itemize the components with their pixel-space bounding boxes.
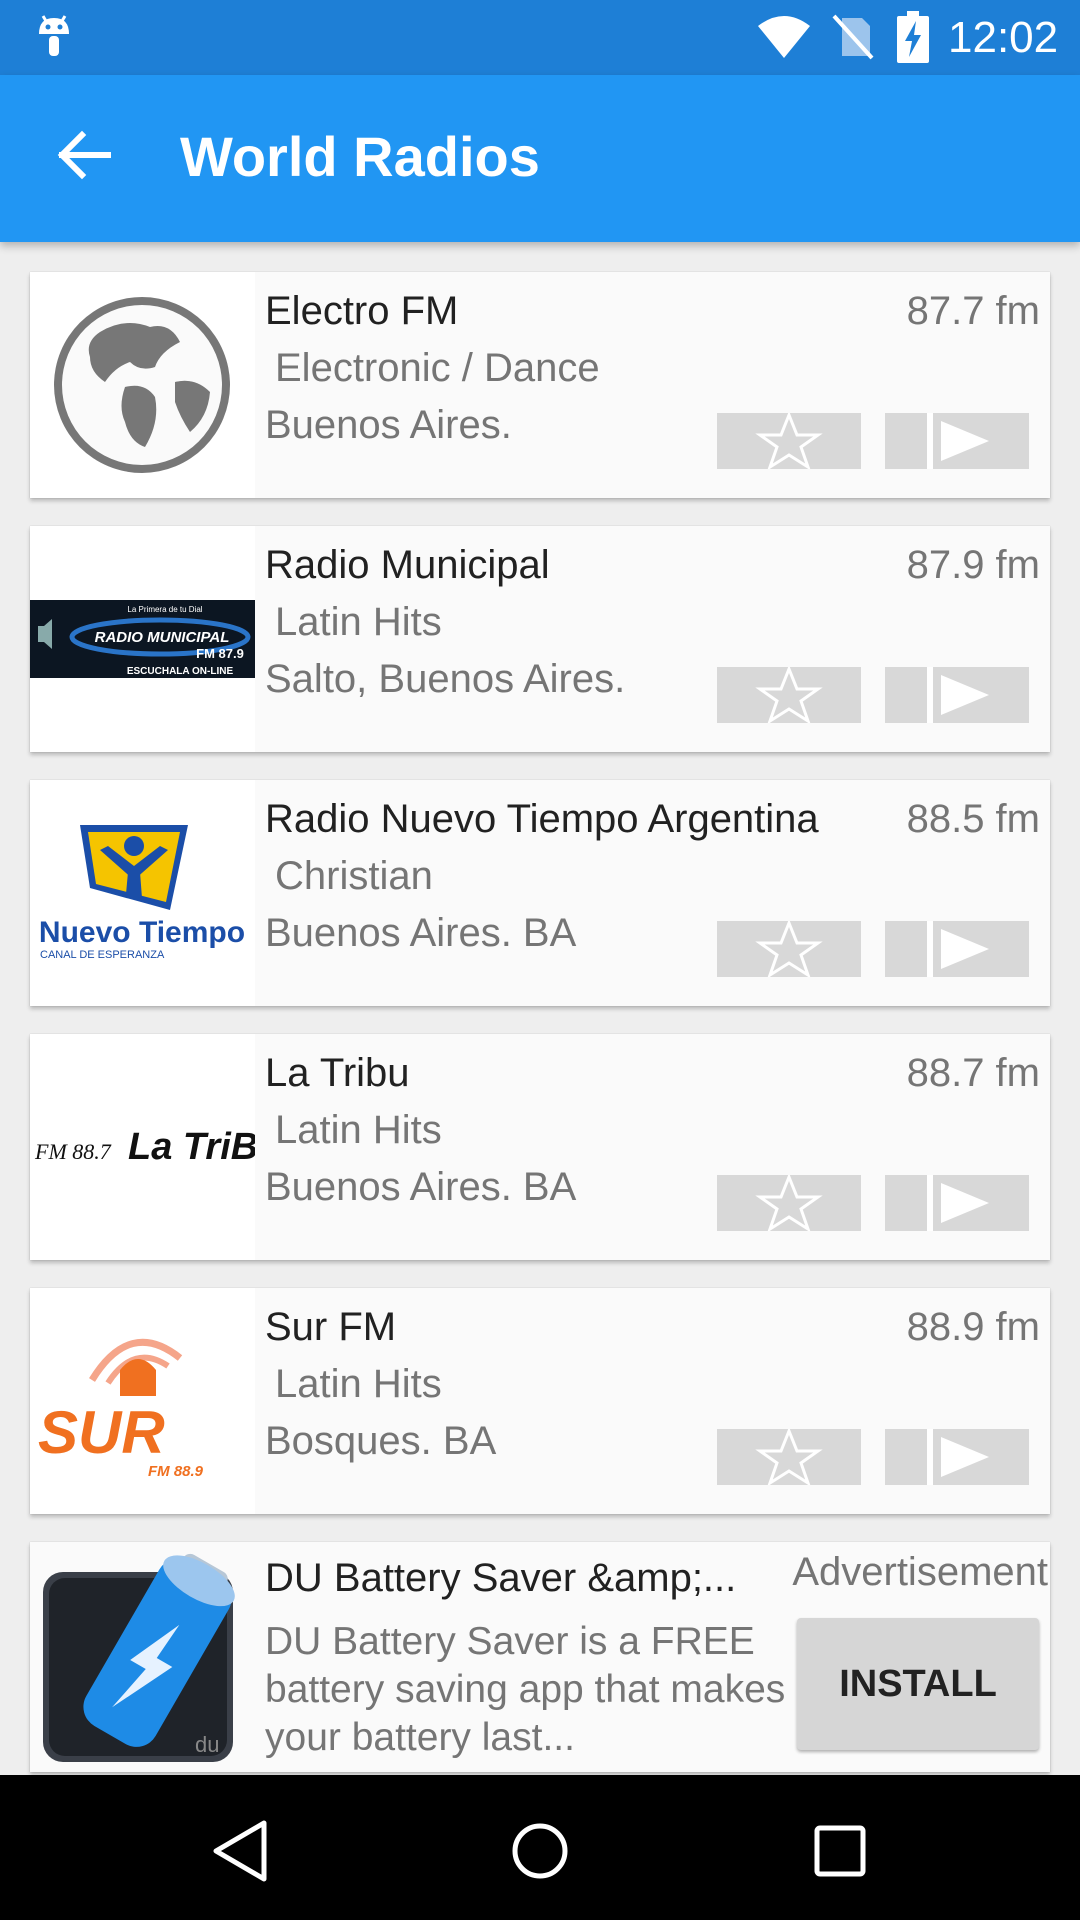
svg-text:RADIO MUNICIPAL: RADIO MUNICIPAL: [95, 629, 230, 646]
station-card[interactable]: Nuevo Tiempo CANAL DE ESPERANZA Radio Nu…: [30, 780, 1050, 1006]
station-frequency: 88.5 fm: [906, 797, 1040, 841]
station-frequency: 87.7 fm: [906, 289, 1040, 333]
radio-municipal-logo: La Primera de tu Dial RADIO MUNICIPAL FM…: [30, 600, 255, 678]
station-logo: FM 88.7 La TriBu: [30, 1034, 255, 1260]
la-tribu-logo: FM 88.7 La TriBu: [34, 1126, 255, 1168]
station-card[interactable]: SUR FM 88.9 Sur FM 88.9 fm Latin Hits Bo…: [30, 1288, 1050, 1514]
station-card[interactable]: Electro FM 87.7 fm Electronic / Dance Bu…: [30, 272, 1050, 498]
star-icon: [755, 1175, 823, 1231]
station-city: Bosques. BA: [265, 1419, 497, 1463]
svg-text:FM 88.7: FM 88.7: [34, 1139, 112, 1164]
ad-description: DU Battery Saver is a FREE battery savin…: [265, 1620, 786, 1759]
ad-title[interactable]: DU Battery Saver &amp;...: [265, 1554, 736, 1602]
system-nav-bar: [0, 1775, 1080, 1920]
station-frequency: 88.9 fm: [906, 1305, 1040, 1349]
favorite-button[interactable]: [717, 1429, 861, 1485]
sur-fm-logo: SUR FM 88.9: [38, 1338, 204, 1480]
wifi-icon: [758, 16, 810, 58]
svg-text:du: du: [195, 1732, 219, 1757]
svg-text:FM 88.9: FM 88.9: [148, 1463, 204, 1480]
play-icon: [927, 1429, 989, 1485]
nuevo-tiempo-logo: Nuevo Tiempo CANAL DE ESPERANZA: [39, 825, 245, 961]
status-clock: 12:02: [948, 13, 1059, 62]
station-card[interactable]: La Primera de tu Dial RADIO MUNICIPAL FM…: [30, 526, 1050, 752]
back-triangle-icon[interactable]: [202, 1811, 282, 1891]
svg-text:La Primera de tu Dial: La Primera de tu Dial: [127, 605, 202, 614]
home-circle-icon[interactable]: [500, 1811, 580, 1891]
favorite-button[interactable]: [717, 667, 861, 723]
station-name: Electro FM: [265, 289, 459, 333]
station-name: Sur FM: [265, 1305, 397, 1349]
station-card[interactable]: FM 88.7 La TriBu La Tribu 88.7 fm Latin …: [30, 1034, 1050, 1260]
svg-text:La TriBu: La TriBu: [128, 1126, 255, 1168]
station-logo: [30, 272, 255, 498]
station-city: Buenos Aires. BA: [265, 911, 577, 955]
station-frequency: 87.9 fm: [906, 543, 1040, 587]
star-icon: [755, 413, 823, 469]
favorite-button[interactable]: [717, 413, 861, 469]
favorite-button[interactable]: [717, 1175, 861, 1231]
svg-text:FM 87.9: FM 87.9: [196, 646, 244, 661]
app-bar: World Radios: [0, 75, 1080, 242]
play-icon: [927, 1175, 989, 1231]
station-logo: Nuevo Tiempo CANAL DE ESPERANZA: [30, 780, 255, 1006]
favorite-button[interactable]: [717, 921, 861, 977]
play-icon: [927, 667, 989, 723]
install-button[interactable]: INSTALL: [797, 1618, 1039, 1750]
advertisement-label: Advertisement: [792, 1550, 1048, 1594]
battery-charging-icon: [897, 11, 929, 63]
play-button[interactable]: [885, 1175, 1029, 1231]
station-list[interactable]: Electro FM 87.7 fm Electronic / Dance Bu…: [0, 242, 1080, 1775]
advertisement-card[interactable]: du DU Battery Saver &amp;... Advertiseme…: [30, 1542, 1050, 1772]
station-city: Buenos Aires. BA: [265, 1165, 577, 1209]
station-genre: Electronic / Dance: [275, 346, 600, 390]
star-icon: [755, 921, 823, 977]
station-name: La Tribu: [265, 1051, 410, 1095]
svg-text:SUR: SUR: [38, 1399, 165, 1466]
play-button[interactable]: [885, 921, 1029, 977]
station-logo: SUR FM 88.9: [30, 1288, 255, 1514]
play-button[interactable]: [885, 667, 1029, 723]
back-arrow-icon[interactable]: [44, 115, 124, 195]
star-icon: [755, 667, 823, 723]
station-logo: La Primera de tu Dial RADIO MUNICIPAL FM…: [30, 526, 255, 752]
star-icon: [755, 1429, 823, 1485]
station-name: Radio Nuevo Tiempo Argentina: [265, 797, 819, 841]
station-frequency: 88.7 fm: [906, 1051, 1040, 1095]
station-genre: Christian: [275, 854, 433, 898]
status-bar: 12:02: [0, 0, 1080, 75]
svg-text:Nuevo Tiempo: Nuevo Tiempo: [39, 916, 245, 949]
svg-text:CANAL DE ESPERANZA: CANAL DE ESPERANZA: [40, 949, 165, 961]
page-title: World Radios: [180, 125, 540, 188]
station-genre: Latin Hits: [275, 600, 442, 644]
station-genre: Latin Hits: [275, 1108, 442, 1152]
du-battery-app-icon: du: [43, 1553, 235, 1762]
station-city: Salto, Buenos Aires.: [265, 657, 626, 701]
play-button[interactable]: [885, 413, 1029, 469]
no-sim-icon: [832, 14, 874, 60]
station-city: Buenos Aires.: [265, 403, 512, 447]
recents-square-icon[interactable]: [800, 1811, 880, 1891]
play-icon: [927, 921, 989, 977]
android-notification-icon: [39, 15, 69, 56]
play-button[interactable]: [885, 1429, 1029, 1485]
svg-text:ESCUCHALA ON-LINE: ESCUCHALA ON-LINE: [127, 666, 234, 677]
globe-icon: [54, 297, 230, 473]
station-genre: Latin Hits: [275, 1362, 442, 1406]
play-icon: [927, 413, 989, 469]
station-name: Radio Municipal: [265, 543, 550, 587]
